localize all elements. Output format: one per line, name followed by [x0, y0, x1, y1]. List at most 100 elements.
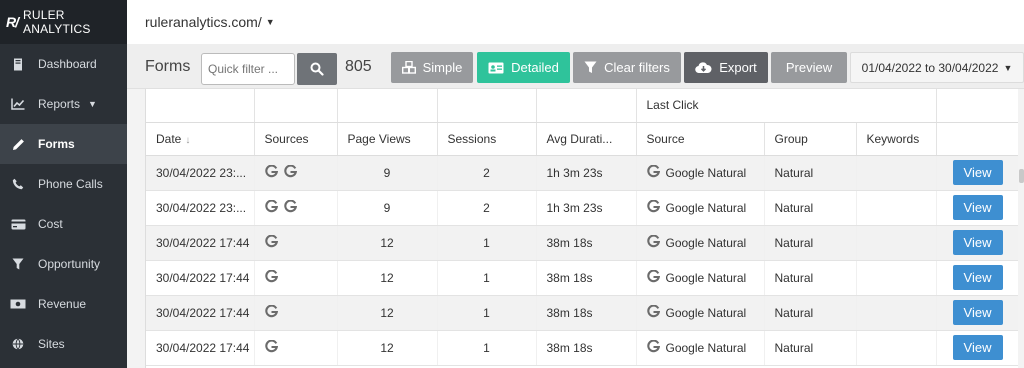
- cell-page-views: 12: [337, 330, 438, 366]
- sidebar-item-cost[interactable]: Cost: [0, 204, 127, 244]
- google-icon: [264, 269, 278, 286]
- group-header-blank: [437, 89, 537, 123]
- sidebar-item-dashboard[interactable]: Dashboard: [0, 44, 127, 84]
- sidebar-item-label: Dashboard: [38, 57, 97, 71]
- cell-keywords: [856, 330, 937, 366]
- google-icon: [264, 164, 278, 181]
- column-header-keywords[interactable]: Keywords: [856, 122, 937, 156]
- cell-source: Google Natural: [636, 190, 765, 226]
- cell-keywords: [856, 190, 937, 226]
- sidebar-item-sites[interactable]: Sites: [0, 324, 127, 364]
- cell-sources: [254, 155, 338, 191]
- source-label: Google Natural: [665, 270, 747, 285]
- cell-source: Google Natural: [636, 260, 765, 296]
- view-button[interactable]: View: [952, 230, 1003, 255]
- cell-group: Natural: [764, 190, 857, 226]
- brand-logo[interactable]: R/ RULER ANALYTICS: [0, 0, 127, 44]
- cell-avg-duration: 38m 18s: [536, 260, 637, 296]
- date-range-picker[interactable]: 01/04/2022 to 30/04/2022 ▼: [850, 52, 1024, 83]
- column-header-page-views[interactable]: Page Views: [337, 122, 438, 156]
- cell-source: Google Natural: [636, 225, 765, 261]
- table-row[interactable]: 30/04/2022 23:... 9 2 1h 3m 23s Google Natur…: [146, 190, 1018, 226]
- scrollbar-thumb[interactable]: [1019, 169, 1024, 183]
- preview-button[interactable]: Preview: [771, 52, 847, 83]
- search-icon: [310, 62, 324, 76]
- sidebar-item-opportunity[interactable]: Opportunity: [0, 244, 127, 284]
- cell-source: Google Natural: [636, 295, 765, 331]
- view-button[interactable]: View: [952, 265, 1003, 290]
- cell-source: Google Natural: [636, 155, 765, 191]
- cell-keywords: [856, 225, 937, 261]
- sidebar-item-forms[interactable]: Forms: [0, 124, 127, 164]
- top-bar: ruleranalytics.com/ ▼: [127, 0, 1024, 44]
- id-card-icon: [488, 62, 504, 74]
- cell-date: 30/04/2022 17:44: [146, 330, 255, 366]
- search-button[interactable]: [297, 53, 337, 85]
- sidebar-item-phone-calls[interactable]: Phone Calls: [0, 164, 127, 204]
- table-row[interactable]: 30/04/2022 17:44 12 1 38m 18s Google Natural…: [146, 295, 1018, 331]
- cell-source: Google Natural: [636, 330, 765, 366]
- pencil-icon: [10, 136, 26, 152]
- simple-view-button[interactable]: Simple: [391, 52, 473, 83]
- view-button[interactable]: View: [952, 195, 1003, 220]
- sort-arrow-icon: ↓: [185, 134, 191, 146]
- cell-page-views: 12: [337, 225, 438, 261]
- column-header-source[interactable]: Source: [636, 122, 765, 156]
- view-button[interactable]: View: [952, 300, 1003, 325]
- phone-icon: [10, 176, 26, 192]
- cell-action: View: [935, 190, 1018, 226]
- cell-page-views: 9: [337, 190, 438, 226]
- source-label: Google Natural: [665, 235, 747, 250]
- quick-filter-input[interactable]: [201, 53, 295, 85]
- cell-page-views: 9: [337, 155, 438, 191]
- group-header-blank: [337, 89, 438, 123]
- table-row[interactable]: 30/04/2022 17:44 12 1 38m 18s Google Natural…: [146, 225, 1018, 261]
- table-row[interactable]: 30/04/2022 23:... 9 2 1h 3m 23s Google Natur…: [146, 155, 1018, 191]
- cell-sessions: 1: [437, 295, 537, 331]
- sidebar: R/ RULER ANALYTICS Dashboard Reports ▼ Form…: [0, 0, 127, 368]
- table-row[interactable]: 30/04/2022 17:44 12 1 38m 18s Google Natural…: [146, 260, 1018, 296]
- column-header-group[interactable]: Group: [764, 122, 857, 156]
- group-header-blank: [254, 89, 338, 123]
- detailed-view-button[interactable]: Detailed: [477, 52, 570, 83]
- last-click-group-header: Last Click: [636, 89, 937, 123]
- cell-avg-duration: 1h 3m 23s: [536, 155, 637, 191]
- filter-icon: [584, 61, 597, 74]
- column-header-date[interactable]: Date ↓: [146, 122, 255, 156]
- google-icon: [264, 199, 278, 216]
- site-name: ruleranalytics.com/: [145, 14, 262, 30]
- source-label: Google Natural: [665, 165, 747, 180]
- sidebar-item-label: Cost: [38, 217, 63, 231]
- source-label: Google Natural: [665, 305, 747, 320]
- export-button[interactable]: Export: [684, 52, 768, 83]
- view-button[interactable]: View: [952, 335, 1003, 360]
- column-header-sources[interactable]: Sources: [254, 122, 338, 156]
- view-button[interactable]: View: [952, 160, 1003, 185]
- cell-action: View: [935, 225, 1018, 261]
- cell-action: View: [935, 260, 1018, 296]
- site-selector[interactable]: ruleranalytics.com/ ▼: [145, 14, 275, 30]
- credit-card-icon: [10, 216, 26, 232]
- preview-label: Preview: [785, 60, 833, 75]
- google-icon: [283, 164, 297, 181]
- group-header-row: Last Click: [146, 89, 1018, 123]
- cloud-download-icon: [695, 61, 712, 74]
- column-header-actions: [936, 122, 1018, 156]
- export-label: Export: [719, 60, 757, 75]
- brand-mark: R/: [6, 14, 19, 30]
- sidebar-item-revenue[interactable]: Revenue: [0, 284, 127, 324]
- sidebar-item-reports[interactable]: Reports ▼: [0, 84, 127, 124]
- chart-icon: [10, 96, 26, 112]
- column-header-sessions[interactable]: Sessions: [437, 122, 537, 156]
- cell-sessions: 1: [437, 330, 537, 366]
- cell-page-views: 12: [337, 295, 438, 331]
- table-scrollbar[interactable]: [1018, 89, 1024, 368]
- column-header-row: Date ↓ Sources Page Views Sessions Avg Du…: [146, 122, 1018, 156]
- google-icon: [646, 304, 660, 321]
- table-row[interactable]: 30/04/2022 17:44 12 1 38m 18s Google Natural…: [146, 330, 1018, 366]
- clear-filters-button[interactable]: Clear filters: [573, 52, 681, 83]
- cell-date: 30/04/2022 17:44: [146, 295, 255, 331]
- column-header-avg-duration[interactable]: Avg Durati...: [536, 122, 637, 156]
- cell-date: 30/04/2022 17:44: [146, 225, 255, 261]
- cell-group: Natural: [764, 155, 857, 191]
